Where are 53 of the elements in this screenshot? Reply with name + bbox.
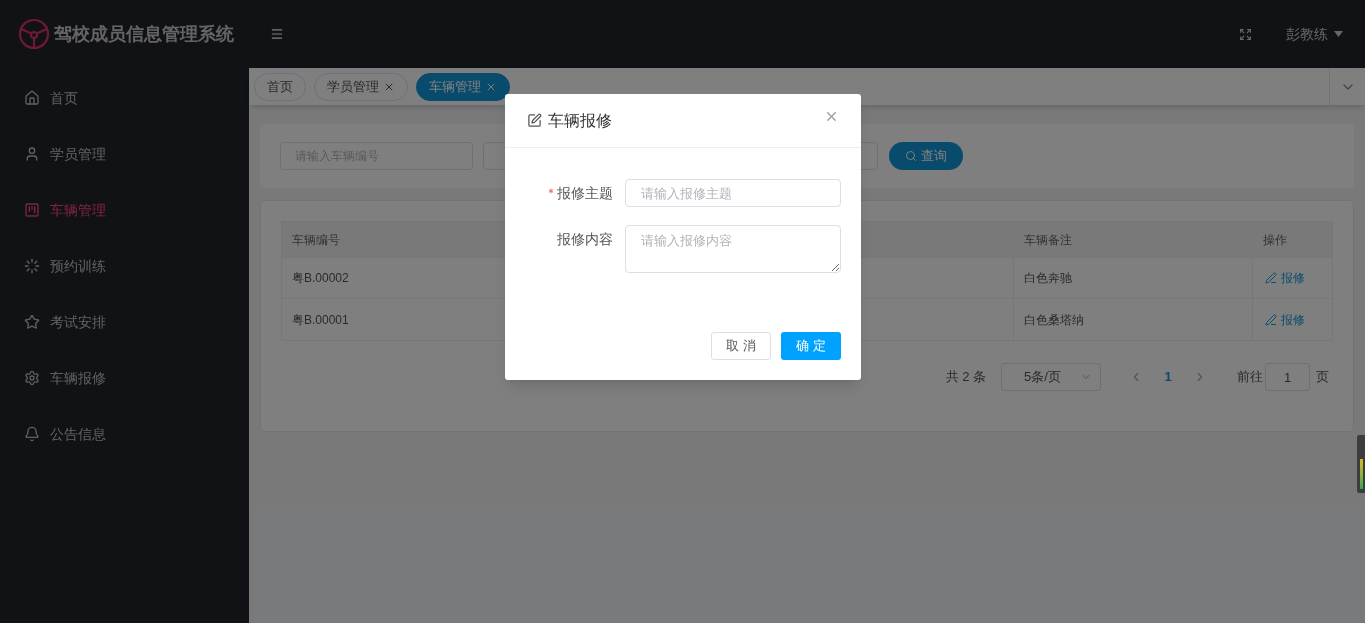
cancel-button[interactable]: 取 消 — [711, 332, 771, 360]
sidebar-item[interactable]: 学员管理 — [0, 126, 249, 182]
required-icon — [547, 187, 555, 195]
side-widget — [1357, 435, 1365, 493]
close-icon[interactable] — [824, 109, 839, 124]
content-field[interactable]: 请输入报修内容 — [625, 225, 841, 273]
field-label: 报修内容 — [557, 229, 613, 249]
fullscreen-icon[interactable] — [1239, 27, 1252, 41]
search-button[interactable]: 查询 — [889, 142, 963, 170]
user-icon — [24, 146, 40, 162]
column-header: 车辆备注 — [1013, 222, 1252, 257]
gear-icon — [24, 370, 40, 386]
caret-icon — [1334, 31, 1343, 37]
sidebar-item[interactable]: 考试安排 — [0, 294, 249, 350]
edit-icon — [527, 113, 542, 128]
app-title: 驾校成员信息管理系统 — [54, 22, 234, 46]
column-header: 操作 — [1252, 222, 1332, 257]
goto-label: 前往 — [1237, 368, 1263, 387]
panel-icon — [24, 202, 40, 218]
home-icon — [24, 90, 40, 106]
subject-field[interactable]: 请输入报修主题 — [625, 179, 841, 207]
steering-wheel-icon — [18, 18, 50, 50]
menu-icon[interactable] — [270, 27, 284, 41]
table-cell-text: 粤B.00002 — [291, 270, 350, 287]
repair-link[interactable]: 报修 — [1265, 310, 1305, 329]
sidebar-item[interactable]: 首页 — [0, 70, 249, 126]
field-label: 报修主题 — [557, 183, 613, 203]
page-number[interactable]: 1 — [1153, 367, 1183, 387]
spinner-icon — [24, 258, 40, 274]
star-icon — [24, 314, 40, 330]
pen-icon — [1265, 272, 1277, 284]
column-header: 车辆编号 — [291, 231, 341, 249]
page-suffix: 页 — [1316, 368, 1329, 387]
page-tab[interactable]: 首页 — [254, 72, 306, 101]
goto-page-field[interactable]: 1 — [1265, 363, 1310, 391]
page-tab[interactable]: 车辆管理 — [416, 72, 510, 101]
page-size-select[interactable]: 5条/页 — [1001, 363, 1101, 391]
pen-icon — [1265, 313, 1277, 326]
total-count: 共 2 条 — [945, 368, 986, 387]
sidebar-item[interactable]: 车辆报修 — [0, 350, 249, 406]
bell-icon — [24, 426, 40, 442]
repair-link[interactable]: 报修 — [1265, 269, 1305, 287]
sidebar-item[interactable]: 车辆管理 — [0, 182, 249, 238]
confirm-button[interactable]: 确 定 — [781, 332, 841, 360]
page-tab[interactable]: 学员管理 — [314, 72, 408, 101]
user-menu[interactable]: 彭教练 — [1286, 23, 1343, 45]
table-cell: 白色桑塔纳 — [1013, 299, 1252, 340]
sidebar-item[interactable]: 公告信息 — [0, 406, 249, 462]
dialog-title: 车辆报修 — [548, 110, 612, 131]
sidebar-item[interactable]: 预约训练 — [0, 238, 249, 294]
table-cell-text: 粤B.00001 — [291, 311, 350, 329]
search-icon — [905, 150, 917, 162]
table-cell: 白色奔驰 — [1013, 258, 1252, 298]
